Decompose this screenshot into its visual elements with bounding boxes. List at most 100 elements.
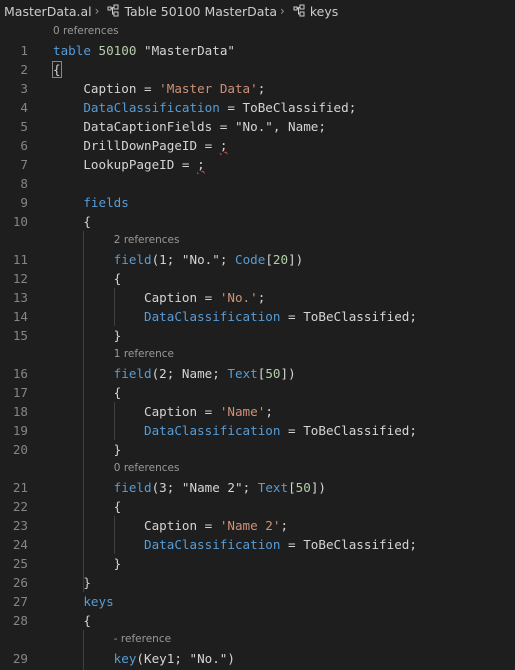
code-token: } (53, 328, 122, 343)
code-token: { (53, 271, 122, 286)
code-token: DataCaptionFields = "No.", Name; (53, 119, 326, 134)
line-number: 20 (12, 442, 28, 457)
code-token: Caption = (53, 81, 160, 96)
line-number: 8 (20, 176, 28, 191)
code-token: 'No.' (219, 290, 258, 305)
codelens-references[interactable]: 0 references (0, 459, 515, 478)
code-token: Caption = (53, 518, 220, 533)
breadcrumb-table[interactable]: Table 50100 MasterData (124, 4, 277, 19)
code-line[interactable]: 27 keys (0, 592, 515, 611)
line-number: 19 (12, 423, 28, 438)
code-editor[interactable]: 0 references 1 table 50100 "MasterData" 2{3… (0, 22, 515, 670)
code-token: ]) (310, 480, 327, 495)
code-line[interactable]: 10 { (0, 212, 515, 231)
code-line[interactable]: 12 { (0, 269, 515, 288)
code-token: 50100 (98, 43, 137, 58)
code-token: = ToBeClassified; (280, 423, 417, 438)
line-number: 9 (20, 195, 28, 210)
code-text: DataClassification = ToBeClassified; (53, 421, 417, 440)
code-text: DrillDownPageID = ; (53, 136, 227, 155)
code-token: = ToBeClassified; (280, 537, 417, 552)
code-token: key (53, 651, 137, 666)
code-token: { (53, 385, 122, 400)
code-line[interactable]: 28 { (0, 611, 515, 630)
code-line[interactable]: 14 DataClassification = ToBeClassified; (0, 307, 515, 326)
line-number: 6 (20, 138, 28, 153)
code-token: Caption = (53, 404, 220, 419)
code-token: { (53, 613, 91, 628)
line-number: 28 (12, 613, 28, 628)
code-token: 'Name' (219, 404, 266, 419)
code-text: { (53, 497, 122, 516)
code-token: 50 (265, 366, 281, 381)
breadcrumb-keys[interactable]: keys (310, 4, 338, 19)
code-line[interactable]: 16 field(2; Name; Text[50]) (0, 364, 515, 383)
code-line[interactable]: 7 LookupPageID = ; (0, 155, 515, 174)
code-line[interactable]: 22 { (0, 497, 515, 516)
code-token: field (53, 366, 152, 381)
code-text: keys (53, 592, 114, 611)
code-line[interactable]: 19 DataClassification = ToBeClassified; (0, 421, 515, 440)
codelens-text[interactable]: 2 references (114, 231, 180, 250)
code-line[interactable]: 3 Caption = 'Master Data'; (0, 79, 515, 98)
code-line[interactable]: 25 } (0, 554, 515, 573)
code-text: } (53, 440, 122, 459)
code-line[interactable]: 23 Caption = 'Name 2'; (0, 516, 515, 535)
code-token: = ToBeClassified; (219, 100, 357, 115)
code-token: table (53, 43, 99, 58)
code-line[interactable]: 24 DataClassification = ToBeClassified; (0, 535, 515, 554)
code-text: } (53, 554, 122, 573)
line-number: 12 (12, 271, 28, 286)
codelens-references[interactable]: 1 reference (0, 345, 515, 364)
code-line[interactable]: 1 table 50100 "MasterData" (0, 41, 515, 60)
codelens-text[interactable]: 0 references (114, 459, 180, 478)
breadcrumb-file[interactable]: MasterData.al (4, 4, 92, 19)
code-token: Code (234, 252, 266, 267)
line-number: 1 (20, 43, 28, 58)
code-line[interactable]: 18 Caption = 'Name'; (0, 402, 515, 421)
code-token: keys (53, 594, 114, 609)
code-text: } (53, 326, 122, 345)
code-line[interactable]: 5 DataCaptionFields = "No.", Name; (0, 117, 515, 136)
code-text: field(3; "Name 2"; Text[50]) (53, 478, 326, 497)
code-token: ; (257, 290, 266, 305)
code-text: Caption = 'Master Data'; (53, 79, 265, 98)
code-text: { (52, 60, 62, 79)
codelens-references[interactable]: 0 references (0, 22, 515, 41)
code-line[interactable]: 17 { (0, 383, 515, 402)
code-line[interactable]: 20 } (0, 440, 515, 459)
code-token: field (53, 480, 152, 495)
line-number: 24 (12, 537, 28, 552)
code-token: ; (219, 138, 228, 153)
codelens-text[interactable]: - reference (114, 630, 171, 649)
line-number: 27 (12, 594, 28, 609)
code-line[interactable]: 13 Caption = 'No.'; (0, 288, 515, 307)
code-token: (1; "No."; (151, 252, 235, 267)
code-text: } (53, 573, 91, 592)
code-line[interactable]: 26 } (0, 573, 515, 592)
code-token: LookupPageID = (53, 157, 198, 172)
code-line[interactable]: 9 fields (0, 193, 515, 212)
code-line[interactable]: 15 } (0, 326, 515, 345)
code-line[interactable]: 21 field(3; "Name 2"; Text[50]) (0, 478, 515, 497)
code-line[interactable]: 2{ (0, 60, 515, 79)
code-token: (2; Name; (151, 366, 228, 381)
code-line[interactable]: 8 (0, 174, 515, 193)
code-line[interactable]: 6 DrillDownPageID = ; (0, 136, 515, 155)
codelens-references[interactable]: - reference (0, 630, 515, 649)
code-text: { (53, 212, 91, 231)
code-line[interactable]: 29 key(Key1; "No.") (0, 649, 515, 668)
code-text: DataClassification = ToBeClassified; (53, 535, 417, 554)
code-token: ; (257, 81, 266, 96)
code-token: DataClassification (53, 309, 281, 324)
codelens-text[interactable]: 0 references (53, 22, 119, 41)
codelens-text[interactable]: 1 reference (114, 345, 174, 364)
codelens-references[interactable]: 2 references (0, 231, 515, 250)
code-text: field(2; Name; Text[50]) (53, 364, 296, 383)
code-text: key(Key1; "No.") (53, 649, 235, 668)
code-line[interactable]: 11 field(1; "No."; Code[20]) (0, 250, 515, 269)
code-token: { (52, 61, 62, 78)
code-line[interactable]: 4 DataClassification = ToBeClassified; (0, 98, 515, 117)
code-text: { (53, 269, 122, 288)
code-text: { (53, 383, 122, 402)
